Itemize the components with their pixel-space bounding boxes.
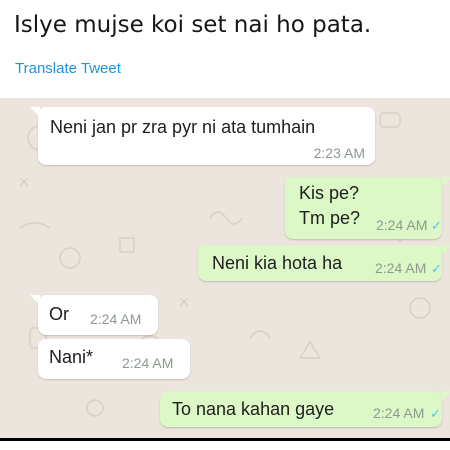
translate-tweet-link[interactable]: Translate Tweet: [15, 60, 121, 77]
message-text: Tm pe?: [299, 208, 361, 228]
message-bubble-incoming: Neni jan pr zra pyr ni ata tumhain 2:23 …: [38, 107, 375, 165]
message-bubble-incoming: Nani* 2:24 AM: [38, 339, 190, 379]
message-bubble-outgoing: To nana kahan gaye 2:24 AM ✓: [160, 391, 442, 427]
message-text: Neni kia hota ha: [212, 253, 343, 273]
message-bubble-outgoing: Neni kia hota ha 2:24 AM ✓: [198, 245, 442, 281]
message-time: 2:24 AM: [375, 260, 427, 276]
message-time: 2:24 AM: [90, 311, 142, 327]
tweet-text: Islye mujse koi set nai ho pata.: [14, 12, 372, 38]
message-text: Or: [49, 304, 69, 324]
message-time: 2:24 AM: [122, 355, 174, 371]
message-time: 2:24 AM: [373, 405, 425, 421]
message-text: Nani*: [49, 347, 94, 367]
divider-line: [0, 438, 450, 441]
message-text: Kis pe?: [299, 183, 360, 203]
message-time: 2:23 AM: [313, 145, 365, 161]
read-receipt-icon: ✓: [431, 261, 442, 276]
bubble-tail: [442, 245, 450, 255]
chat-screenshot: Neni jan pr zra pyr ni ata tumhain 2:23 …: [0, 98, 450, 438]
message-text: To nana kahan gaye: [172, 399, 335, 419]
message-bubble-outgoing: Kis pe? Tm pe? 2:24 AM ✓: [285, 177, 442, 239]
bubble-tail: [442, 177, 450, 187]
read-receipt-icon: ✓: [430, 406, 441, 421]
read-receipt-icon: ✓: [431, 218, 442, 233]
message-time: 2:24 AM: [376, 217, 428, 233]
message-text: Neni jan pr zra pyr ni ata tumhain: [50, 117, 316, 137]
message-bubble-incoming: Or 2:24 AM: [38, 295, 158, 335]
bubble-tail: [442, 391, 450, 401]
